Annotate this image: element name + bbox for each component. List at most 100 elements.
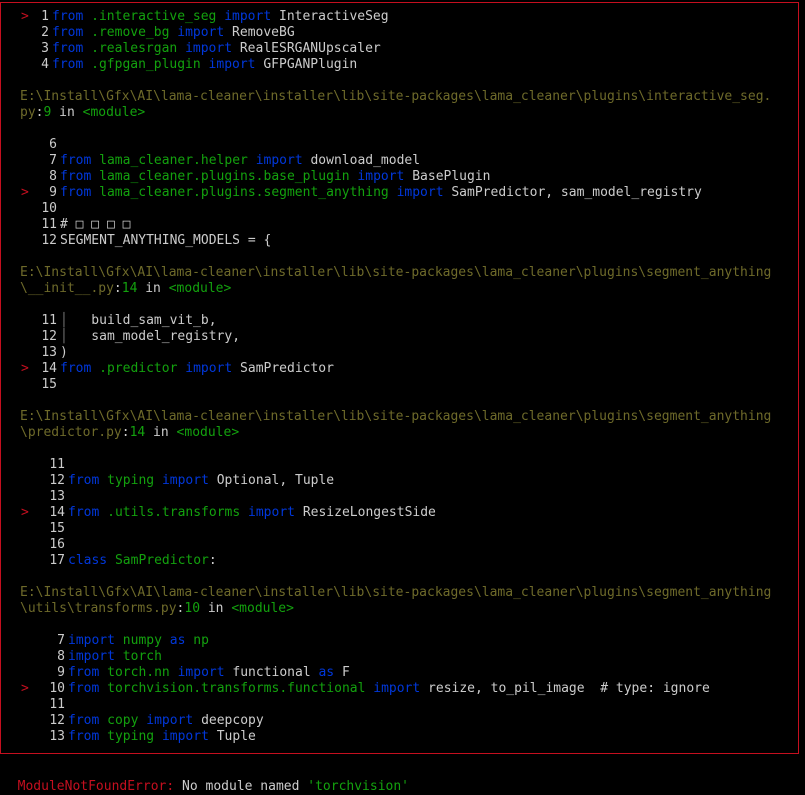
file-path-tail: \predictor.py (20, 425, 122, 440)
line-number: 8 (49, 169, 57, 184)
code-text: class SamPredictor: (68, 553, 217, 569)
line-number-ref: 10 (184, 601, 201, 616)
code-token: BasePlugin (404, 169, 491, 184)
keyword: from (68, 713, 100, 728)
code-line: 13 (1, 489, 798, 505)
code-text: from torchvision.transforms.functional i… (68, 681, 710, 697)
code-line: 4 from .gfpgan_plugin import GFPGANPlugin (1, 57, 798, 73)
code-line: >14 from .utils.transforms import ResizeL… (1, 505, 798, 521)
line-number-ref: 14 (129, 425, 146, 440)
line-number: 15 (49, 521, 65, 536)
code-text: from .interactive_seg import Interactive… (52, 9, 389, 25)
line-number: 16 (49, 537, 65, 552)
code-line: 7 import numpy as np (1, 633, 798, 649)
code-line: 12 │ sam_model_registry, (1, 329, 798, 345)
keyword: from (68, 505, 100, 520)
identifier: torch.nn (107, 665, 170, 680)
code-token: SEGMENT_ANYTHING_MODELS = { (60, 233, 272, 248)
code-text: from .remove_bg import RemoveBG (52, 25, 295, 41)
frame-header-location: \__init__.py:14 in <module> (20, 281, 232, 296)
module-name: <module> (231, 601, 294, 616)
code-line: 8 from lama_cleaner.plugins.base_plugin i… (1, 169, 798, 185)
code-line: 16 (1, 537, 798, 553)
code-text: from .predictor import SamPredictor (60, 361, 334, 377)
line-number: 11 (49, 457, 65, 472)
line-number-ref: 14 (121, 281, 138, 296)
keyword: import (248, 505, 295, 520)
line-number: 10 (41, 201, 57, 216)
code-token: functional (224, 665, 319, 680)
keyword: import (161, 729, 209, 744)
line-number: 15 (41, 377, 57, 392)
file-path: E:\Install\Gfx\AI\lama-cleaner\installer… (20, 89, 772, 104)
indent-guide: │ (60, 313, 68, 328)
line-number: 12 (41, 329, 57, 344)
keyword: import (224, 9, 272, 24)
code-line: 11 (1, 697, 798, 713)
code-text: from .gfpgan_plugin import GFPGANPlugin (52, 57, 357, 73)
code-token: build_sam_vit_b, (67, 313, 217, 328)
frame-header-path: E:\Install\Gfx\AI\lama-cleaner\installer… (20, 89, 771, 105)
code-token: Tuple (208, 729, 256, 744)
frame-header-location: \utils\transforms.py:10 in <module> (20, 601, 294, 616)
code-token: ResizeLongestSide (295, 505, 436, 520)
keyword: import (185, 361, 233, 376)
module-name: <module> (176, 425, 240, 440)
code-line: 12 SEGMENT_ANYTHING_MODELS = { (1, 233, 798, 249)
code-line: 13 from typing import Tuple (1, 729, 798, 745)
keyword: import (185, 41, 233, 56)
code-token: Optional, Tuple (208, 473, 335, 488)
line-number: 13 (49, 489, 65, 504)
keyword: from (52, 41, 84, 56)
traceback-panel: >1 from .interactive_seg import Interacti… (0, 2, 799, 754)
code-line: 13) (1, 345, 798, 361)
line-number: 17 (49, 553, 65, 568)
identifier: .remove_bg (91, 25, 170, 40)
identifier: .utils.transforms (107, 505, 241, 520)
identifier: lama_cleaner.plugins.segment_anything (99, 185, 389, 200)
error-type: ModuleNotFoundError (17, 779, 167, 794)
module-name: <module> (168, 281, 232, 296)
code-line: 12 from copy import deepcopy (1, 713, 798, 729)
code-text: from copy import deepcopy (68, 713, 264, 729)
file-path-tail: py (20, 105, 36, 120)
keyword: from (60, 153, 92, 168)
keyword: from (60, 361, 92, 376)
keyword: import (68, 649, 115, 664)
identifier: SamPredictor (114, 553, 209, 568)
code-line: 9 from torch.nn import functional as F (1, 665, 798, 681)
code-line: 11 │ build_sam_vit_b, (1, 313, 798, 329)
code-token: resize, to_pil_image # type: ignore (420, 681, 710, 696)
file-path: E:\Install\Gfx\AI\lama-cleaner\installer… (20, 409, 772, 424)
keyword: import (373, 681, 421, 696)
keyword: import (177, 665, 225, 680)
keyword: import (146, 713, 194, 728)
code-token: sam_model_registry, (67, 329, 241, 344)
code-text: ) (60, 345, 68, 361)
file-path: E:\Install\Gfx\AI\lama-cleaner\installer… (20, 585, 772, 600)
error-text: No module named (174, 779, 308, 794)
keyword: import (208, 57, 256, 72)
keyword: from (52, 57, 84, 72)
line-number: 12 (41, 233, 57, 248)
line-number: 13 (49, 729, 65, 744)
